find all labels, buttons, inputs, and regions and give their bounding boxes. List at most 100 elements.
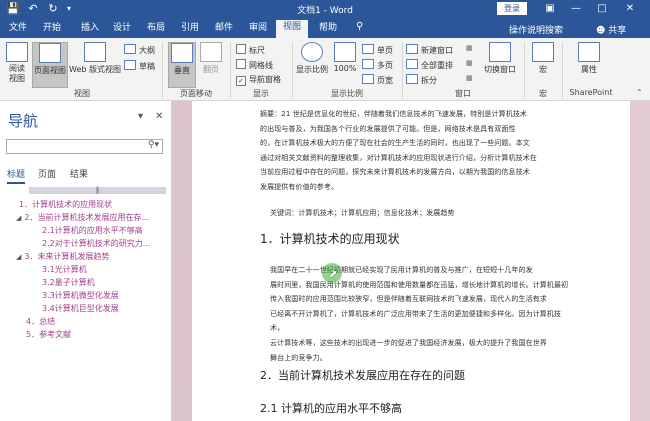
nav-heading-item[interactable]: 2.2对于计算机技术的研究力... bbox=[42, 238, 150, 249]
heading-2-1[interactable]: 2.1 计算机的应用水平不够高 bbox=[260, 400, 402, 416]
page-width-button[interactable]: 页宽 bbox=[362, 74, 393, 86]
search-icon[interactable]: ⚲▾ bbox=[148, 140, 159, 150]
nav-heading-item[interactable]: ◢ 2．当前计算机技术发展应用在存... bbox=[16, 212, 149, 223]
tab-design[interactable]: 设计 bbox=[110, 21, 134, 38]
navigation-pane-checkbox[interactable]: ✓ 导航窗格 bbox=[236, 74, 281, 86]
heading-2[interactable]: 2．当前计算机技术发展应用在存在的问题 bbox=[260, 367, 465, 383]
views-group-label: 视图 bbox=[74, 89, 90, 98]
nav-heading-item[interactable]: 1．计算机技术的应用现状 bbox=[16, 199, 112, 210]
nav-heading-item[interactable]: 3.3计算机微型化发展 bbox=[42, 290, 119, 301]
text-line: 我国早在二十一世纪初期就已经实现了民用计算机的普及与推广，在短短十几年的发 bbox=[270, 266, 533, 274]
tell-me-search[interactable]: 操作说明搜索 bbox=[509, 23, 563, 36]
nav-heading-item[interactable]: 2.1计算机的应用水平不够高 bbox=[42, 225, 143, 236]
nav-heading-item[interactable]: 3.4计算机巨型化发展 bbox=[42, 303, 119, 314]
body-paragraph[interactable]: 我国早在二十一世纪初期就已经实现了民用计算机的普及与推广，在短短十几年的发 展时… bbox=[270, 263, 572, 365]
tab-layout[interactable]: 布局 bbox=[144, 21, 168, 38]
collapse-ribbon-icon[interactable]: ⌃ bbox=[636, 88, 643, 97]
nav-heading-label: 3.4计算机巨型化发展 bbox=[42, 304, 119, 313]
nav-tab-results[interactable]: 结果 bbox=[70, 167, 88, 180]
heading-1[interactable]: 1．计算机技术的应用现状 bbox=[260, 230, 400, 247]
nav-heading-label: 2．当前计算机技术发展应用在存... bbox=[24, 213, 150, 222]
nav-tab-pages[interactable]: 页面 bbox=[38, 167, 56, 180]
separator bbox=[230, 42, 231, 98]
side-to-side-icon bbox=[200, 42, 222, 62]
title-bar: 💾 ↶ ↻ ▾ 文档1 - Word 登录 ▣ — □ ✕ bbox=[0, 0, 650, 18]
separator bbox=[292, 42, 293, 98]
zoom-100-button[interactable]: 100% bbox=[332, 42, 358, 73]
tab-home[interactable]: 开始 bbox=[40, 21, 64, 38]
switch-windows-icon bbox=[489, 42, 511, 62]
abstract-paragraph[interactable]: 摘要：21 世纪是信息化的世纪，伴随着我们信息技术的飞速发展，特别是计算机技术 … bbox=[260, 107, 572, 195]
ruler-label: 标尺 bbox=[249, 46, 265, 55]
maximize-icon[interactable]: □ bbox=[592, 1, 612, 17]
reset-position-icon[interactable]: ▦ bbox=[466, 74, 473, 82]
close-icon[interactable]: ✕ bbox=[620, 1, 640, 17]
expand-triangle-icon[interactable]: ◢ bbox=[16, 214, 21, 222]
nav-heading-item[interactable]: 3.1光计算机 bbox=[42, 264, 87, 275]
tab-references[interactable]: 引用 bbox=[178, 21, 202, 38]
login-button[interactable]: 登录 bbox=[497, 2, 527, 15]
zoom-button[interactable]: 显示比例 bbox=[294, 42, 330, 75]
web-layout-button[interactable]: Web 版式视图 bbox=[68, 42, 122, 75]
multiple-pages-button[interactable]: 多页 bbox=[362, 59, 393, 71]
macros-button[interactable]: 宏 bbox=[530, 42, 556, 75]
sync-scroll-icon[interactable]: ▦ bbox=[466, 59, 473, 67]
print-layout-button[interactable]: 页面视图 bbox=[32, 42, 68, 88]
outline-button[interactable]: 大纲 bbox=[124, 44, 155, 56]
tab-insert[interactable]: 插入 bbox=[78, 21, 102, 38]
zoom-label: 显示比例 bbox=[296, 65, 328, 74]
keywords-line[interactable]: 关键词：计算机技术；计算机应用；信息化技术；发展趋势 bbox=[270, 206, 582, 221]
nav-title: 导航 bbox=[8, 112, 39, 130]
collapse-all-bar[interactable]: ‖ bbox=[29, 187, 166, 194]
person-icon: ☻ bbox=[596, 26, 609, 36]
side-to-side-button[interactable]: 翻页 bbox=[198, 42, 224, 75]
separator bbox=[162, 42, 163, 98]
macros-icon bbox=[532, 42, 554, 62]
one-page-button[interactable]: 单页 bbox=[362, 44, 393, 56]
navigation-pane: 导航 ▾ ✕ ⚲▾ 标题 页面 结果 ‖ 1．计算机技术的应用现状 ◢ 2．当前计… bbox=[0, 101, 172, 421]
ribbon-display-icon[interactable]: ▣ bbox=[540, 1, 560, 17]
nav-search-input[interactable] bbox=[7, 140, 143, 153]
print-layout-icon bbox=[39, 43, 61, 63]
text-line: 的出现与普及，为我国各个行业的发展提供了可能。但是，网络技术是具有双面性 bbox=[260, 124, 516, 133]
gridlines-checkbox[interactable]: 网格线 bbox=[236, 59, 273, 71]
expand-triangle-icon[interactable]: ◢ bbox=[16, 253, 21, 261]
split-button[interactable]: 拆分 bbox=[406, 74, 437, 86]
tab-file[interactable]: 文件 bbox=[6, 21, 30, 38]
read-mode-button[interactable]: 阅读视图 bbox=[4, 42, 30, 84]
draft-icon bbox=[124, 60, 136, 70]
draft-button[interactable]: 草稿 bbox=[124, 60, 155, 72]
new-window-button[interactable]: 新建窗口 bbox=[406, 44, 453, 56]
side-by-side-icon[interactable]: ▦ bbox=[466, 44, 473, 52]
separator bbox=[524, 42, 525, 98]
chevron-down-icon[interactable]: ▾ bbox=[138, 111, 143, 122]
nav-heading-item[interactable]: 5．参考文献 bbox=[26, 329, 71, 340]
nav-heading-item[interactable]: ◢ 3．未来计算机发展趋势 bbox=[16, 251, 109, 262]
web-layout-label: Web 版式视图 bbox=[69, 65, 121, 74]
share-button[interactable]: ☻ 共享 bbox=[596, 23, 626, 36]
text-line: 舞台上的竞争力。 bbox=[270, 353, 327, 362]
nav-heading-item[interactable]: 3.2量子计算机 bbox=[42, 277, 95, 288]
read-mode-label: 阅读视图 bbox=[9, 64, 25, 83]
tab-mailings[interactable]: 邮件 bbox=[212, 21, 236, 38]
switch-windows-button[interactable]: 切换窗口 bbox=[480, 42, 520, 75]
nav-tab-headings[interactable]: 标题 bbox=[7, 167, 26, 184]
page-move-group-label: 页面移动 bbox=[180, 89, 212, 98]
tab-view[interactable]: 视图 bbox=[276, 20, 308, 38]
nav-heading-label: 2.2对于计算机技术的研究力... bbox=[42, 239, 151, 248]
minimize-icon[interactable]: — bbox=[566, 1, 586, 17]
properties-button[interactable]: 属性 bbox=[576, 42, 602, 75]
close-icon[interactable]: ✕ bbox=[155, 111, 163, 122]
mouse-pointer-icon: ⬈ bbox=[329, 269, 338, 280]
show-group-label: 显示 bbox=[253, 89, 269, 98]
arrange-all-button[interactable]: 全部重排 bbox=[406, 59, 453, 71]
tab-review[interactable]: 审阅 bbox=[246, 21, 270, 38]
multiple-pages-label: 多页 bbox=[377, 61, 393, 70]
document-page[interactable]: 摘要：21 世纪是信息化的世纪，伴随着我们信息技术的飞速发展，特别是计算机技术 … bbox=[192, 101, 630, 421]
vertical-label: 垂直 bbox=[174, 66, 190, 75]
vertical-button[interactable]: 垂直 bbox=[168, 42, 196, 88]
nav-heading-label: 3.3计算机微型化发展 bbox=[42, 291, 119, 300]
ruler-checkbox[interactable]: 标尺 bbox=[236, 44, 265, 56]
nav-heading-item[interactable]: 4．总结 bbox=[26, 316, 55, 327]
tab-help[interactable]: 帮助 bbox=[316, 21, 340, 38]
